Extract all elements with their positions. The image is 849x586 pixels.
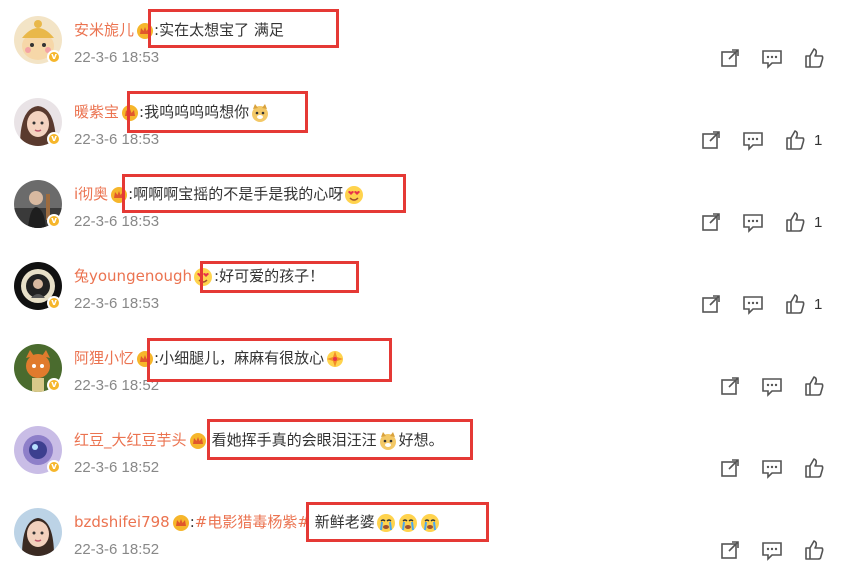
verified-badge-icon: v (47, 460, 61, 474)
crying-emoji-icon (420, 513, 440, 533)
comment-line: 红豆_大红豆芋头:看她挥手真的会眼泪汪汪 好想。 (74, 428, 444, 452)
verified-badge-icon: v (47, 214, 61, 228)
username[interactable]: 兔youngenough (74, 267, 192, 285)
thumbs-up-icon[interactable] (784, 129, 806, 151)
share-icon[interactable] (719, 457, 741, 479)
comment-item: v 安米旎儿:实在太想宝了 满足 22-3-6 18:53 (0, 0, 849, 82)
comment-time: 22-3-6 18:53 (74, 213, 160, 230)
username[interactable]: 阿狸小忆 (74, 349, 134, 367)
comment-time: 22-3-6 18:53 (74, 49, 160, 66)
share-icon[interactable] (700, 129, 722, 151)
vip-crown-icon (137, 22, 154, 39)
comment-text-extra: 好想。 (398, 431, 444, 449)
comment-actions (719, 374, 833, 398)
thumbs-up-icon[interactable] (784, 293, 806, 315)
vip-crown-icon (189, 432, 206, 449)
share-icon[interactable] (700, 211, 722, 233)
dog-emoji-icon (250, 103, 270, 123)
heart-eyes-emoji-icon (344, 185, 364, 205)
comment-item: v i彻奥:啊啊啊宝摇的不是手是我的心呀 22-3-6 18:53 1 (0, 164, 849, 246)
like-count: 1 (814, 295, 823, 313)
comment-icon[interactable] (761, 539, 783, 561)
comment-line: bzdshifei798:#电影猎毒杨紫# 新鲜老婆 (74, 510, 441, 534)
thumbs-up-icon[interactable] (803, 457, 825, 479)
comment-time: 22-3-6 18:52 (74, 377, 160, 394)
comment-icon[interactable] (742, 211, 764, 233)
thumbs-up-icon[interactable] (803, 539, 825, 561)
username[interactable]: 暖紫宝 (74, 103, 119, 121)
comment-actions: 1 (700, 128, 822, 152)
comment-actions: 1 (700, 210, 822, 234)
comment-text: 新鲜老婆 (309, 513, 375, 531)
comment-text: 我呜呜呜呜想你 (144, 103, 250, 121)
comment-actions: 1 (700, 292, 822, 316)
comment-time: 22-3-6 18:53 (74, 295, 160, 312)
comment-icon[interactable] (761, 47, 783, 69)
comment-text: 实在太想宝了 满足 (159, 21, 284, 39)
crying-emoji-icon (398, 513, 418, 533)
comment-time: 22-3-6 18:53 (74, 131, 160, 148)
comment-actions (719, 456, 833, 480)
comment-actions (719, 46, 833, 70)
like-count: 1 (814, 213, 823, 231)
comment-line: 安米旎儿:实在太想宝了 满足 (74, 18, 284, 42)
comment-line: i彻奥:啊啊啊宝摇的不是手是我的心呀 (74, 182, 365, 206)
comment-line: 兔youngenough:好可爱的孩子！ (74, 264, 324, 288)
comment-text: 看她挥手真的会眼泪汪汪 (211, 431, 377, 449)
thumbs-up-icon[interactable] (784, 211, 806, 233)
username[interactable]: 安米旎儿 (74, 21, 134, 39)
comment-time: 22-3-6 18:52 (74, 541, 160, 558)
hashtag-link[interactable]: #电影猎毒杨紫# (195, 513, 310, 531)
crying-emoji-icon (376, 513, 396, 533)
thumbs-up-icon[interactable] (803, 375, 825, 397)
vip-crown-icon (122, 104, 139, 121)
comment-text: 好可爱的孩子！ (219, 267, 325, 285)
comment-time: 22-3-6 18:52 (74, 459, 160, 476)
comment-icon[interactable] (742, 293, 764, 315)
username[interactable]: i彻奥 (74, 185, 108, 203)
comment-item: v 暖紫宝:我呜呜呜呜想你 22-3-6 18:53 1 (0, 82, 849, 164)
comment-text: 小细腿儿，麻麻有很放心 (159, 349, 325, 367)
share-icon[interactable] (719, 47, 741, 69)
thumbs-up-icon[interactable] (803, 47, 825, 69)
comment-icon[interactable] (761, 457, 783, 479)
vip-crown-icon (137, 350, 154, 367)
share-icon[interactable] (719, 375, 741, 397)
username[interactable]: bzdshifei798 (74, 513, 170, 531)
dog-emoji-icon (378, 431, 398, 451)
heart-eyes-emoji-icon (193, 267, 213, 287)
vip-crown-icon (111, 186, 128, 203)
like-count: 1 (814, 131, 823, 149)
verified-badge-icon: v (47, 132, 61, 146)
avatar[interactable] (14, 508, 62, 556)
verified-badge-icon: v (47, 50, 61, 64)
comment-item: bzdshifei798:#电影猎毒杨紫# 新鲜老婆 22-3-6 18:52 (0, 492, 849, 574)
comment-text: 啊啊啊宝摇的不是手是我的心呀 (133, 185, 344, 203)
comment-icon[interactable] (761, 375, 783, 397)
share-icon[interactable] (719, 539, 741, 561)
comment-item: v 阿狸小忆:小细腿儿，麻麻有很放心 22-3-6 18:52 (0, 328, 849, 410)
vip-crown-icon (172, 514, 189, 531)
comment-icon[interactable] (742, 129, 764, 151)
username[interactable]: 红豆_大红豆芋头 (74, 431, 187, 449)
comment-actions (719, 538, 833, 562)
comment-item: v 兔youngenough:好可爱的孩子！ 22-3-6 18:53 1 (0, 246, 849, 328)
verified-badge-icon: v (47, 378, 61, 392)
comment-line: 阿狸小忆:小细腿儿，麻麻有很放心 (74, 346, 346, 370)
comment-line: 暖紫宝:我呜呜呜呜想你 (74, 100, 271, 124)
comment-item: v 红豆_大红豆芋头:看她挥手真的会眼泪汪汪 好想。 22-3-6 18:52 (0, 410, 849, 492)
verified-badge-icon: v (47, 296, 61, 310)
share-icon[interactable] (700, 293, 722, 315)
sparkle-emoji-icon (325, 349, 345, 369)
